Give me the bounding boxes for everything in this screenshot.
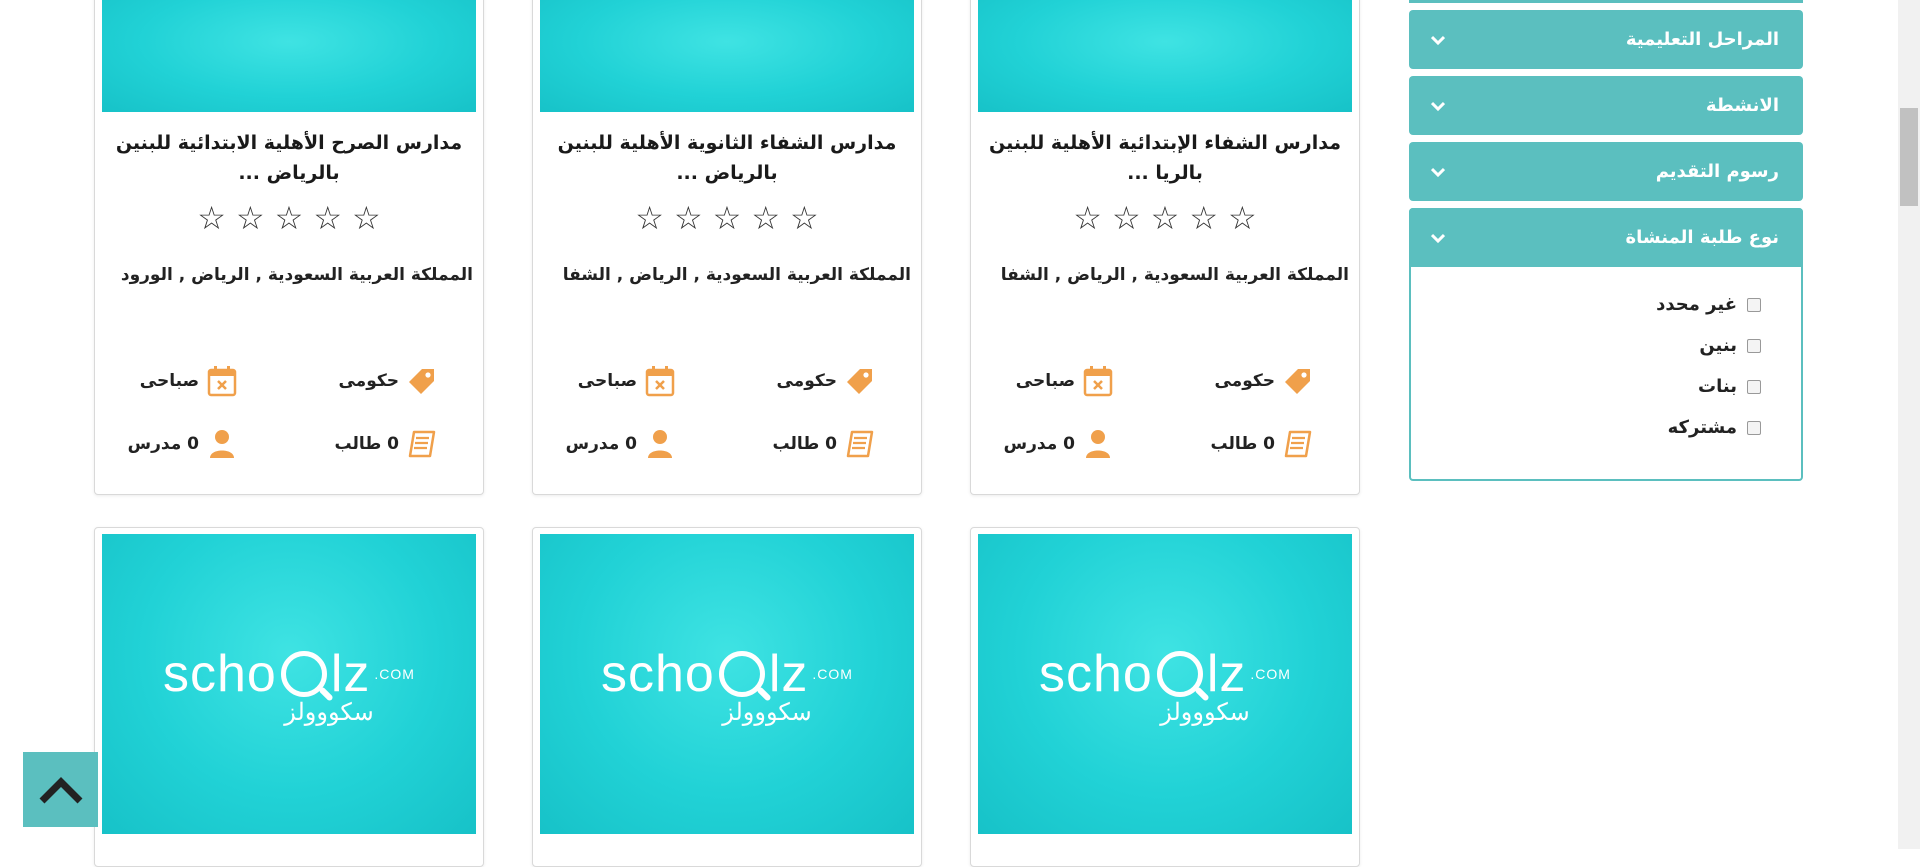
school-thumbnail[interactable]: scho lz .COM سكووولز: [102, 534, 476, 834]
option-checkbox[interactable]: [1747, 338, 1761, 353]
calendar-icon: [645, 365, 675, 397]
star-icon[interactable]: ☆: [713, 200, 742, 236]
page-scrollbar[interactable]: [1898, 0, 1920, 849]
star-icon[interactable]: ☆: [674, 200, 703, 236]
chevron-up-icon: [39, 776, 82, 803]
user-icon: [645, 428, 675, 460]
filter-student-type-header[interactable]: نوع طلبة المنشاة: [1409, 208, 1803, 267]
school-title[interactable]: مدارس الصرح الأهلية الابتدائية للبنين با…: [109, 128, 469, 188]
school-address: المملكة العربية السعودية , الرياض , الور…: [120, 265, 473, 285]
user-icon: [1083, 428, 1113, 460]
school-period: صباحى: [578, 365, 675, 397]
option-girls[interactable]: بنات: [1698, 376, 1761, 397]
school-card[interactable]: مدارس الشفاء الإبتدائية الأهلية للبنين ب…: [970, 0, 1360, 495]
chevron-down-icon[interactable]: [1430, 230, 1446, 249]
school-type: حكومى: [338, 365, 437, 397]
option-unspecified[interactable]: غير محدد: [1656, 294, 1761, 315]
star-icon[interactable]: ☆: [313, 200, 342, 236]
school-period: صباحى: [1016, 365, 1113, 397]
calendar-icon: [207, 365, 237, 397]
filter-application-fees[interactable]: رسوم التقديم: [1409, 142, 1803, 201]
star-icon[interactable]: ☆: [751, 200, 780, 236]
scroll-to-top-button[interactable]: [23, 752, 98, 827]
school-thumbnail[interactable]: [978, 0, 1352, 112]
school-period: صباحى: [140, 365, 237, 397]
rating-stars[interactable]: ☆ ☆ ☆ ☆ ☆: [533, 200, 921, 236]
school-address: المملكة العربية السعودية , الرياض , الشف…: [1000, 265, 1349, 285]
chevron-down-icon[interactable]: [1430, 98, 1446, 112]
school-title[interactable]: مدارس الشفاء الثانوية الأهلية للبنين بال…: [547, 128, 907, 188]
students-count: 0 طالب: [334, 428, 437, 460]
school-thumbnail[interactable]: [102, 0, 476, 112]
school-type: حكومى: [1214, 365, 1313, 397]
school-title[interactable]: مدارس الشفاء الإبتدائية الأهلية للبنين ب…: [985, 128, 1345, 188]
schoolz-logo: scho lz .COM سكووولز: [601, 645, 853, 726]
star-icon[interactable]: ☆: [236, 200, 265, 236]
star-icon[interactable]: ☆: [1112, 200, 1141, 236]
teachers-count: 0 مدرس: [1004, 428, 1113, 460]
option-checkbox[interactable]: [1747, 379, 1761, 394]
teachers-count: 0 مدرس: [566, 428, 675, 460]
filter-student-type: نوع طلبة المنشاة غير محدد بنين بنات مشتر…: [1409, 208, 1803, 481]
filter-education-stages[interactable]: المراحل التعليمية: [1409, 10, 1803, 69]
star-icon[interactable]: ☆: [1151, 200, 1180, 236]
school-thumbnail[interactable]: schoolzscholz.COM سكووولز: [978, 534, 1352, 834]
star-icon[interactable]: ☆: [197, 200, 226, 236]
scrollbar-thumb[interactable]: [1900, 108, 1918, 206]
tag-icon: [845, 365, 875, 397]
school-thumbnail[interactable]: [540, 0, 914, 112]
chevron-down-icon[interactable]: [1430, 32, 1446, 46]
user-icon: [207, 428, 237, 460]
school-thumbnail[interactable]: scho lz .COM سكووولز: [540, 534, 914, 834]
star-icon[interactable]: ☆: [1189, 200, 1218, 236]
book-icon: [845, 428, 875, 460]
students-count: 0 طالب: [1210, 428, 1313, 460]
chevron-down-icon[interactable]: [1430, 164, 1446, 178]
school-card[interactable]: scho lz .COM سكووولز: [532, 527, 922, 867]
filter-panel-edge: [1409, 0, 1803, 3]
school-card[interactable]: schoolzscholz.COM سكووولز: [970, 527, 1360, 867]
book-icon: [407, 428, 437, 460]
star-icon[interactable]: ☆: [790, 200, 819, 236]
star-icon[interactable]: ☆: [352, 200, 381, 236]
book-icon: [1283, 428, 1313, 460]
teachers-count: 0 مدرس: [128, 428, 237, 460]
schoolz-logo: scho lz .COM سكووولز: [163, 645, 415, 726]
option-mixed[interactable]: مشتركه: [1668, 417, 1761, 438]
students-count: 0 طالب: [772, 428, 875, 460]
school-card[interactable]: scho lz .COM سكووولز: [94, 527, 484, 867]
star-icon[interactable]: ☆: [1073, 200, 1102, 236]
rating-stars[interactable]: ☆ ☆ ☆ ☆ ☆: [95, 200, 483, 236]
filter-activities[interactable]: الانشطة: [1409, 76, 1803, 135]
star-icon[interactable]: ☆: [635, 200, 664, 236]
school-type: حكومى: [776, 365, 875, 397]
school-card[interactable]: مدارس الشفاء الثانوية الأهلية للبنين بال…: [532, 0, 922, 495]
rating-stars[interactable]: ☆ ☆ ☆ ☆ ☆: [971, 200, 1359, 236]
schoolz-logo: schoolzscholz.COM سكووولز: [1039, 645, 1291, 726]
option-checkbox[interactable]: [1747, 297, 1761, 312]
school-card[interactable]: مدارس الصرح الأهلية الابتدائية للبنين با…: [94, 0, 484, 495]
tag-icon: [1283, 365, 1313, 397]
tag-icon: [407, 365, 437, 397]
star-icon[interactable]: ☆: [275, 200, 304, 236]
option-checkbox[interactable]: [1747, 420, 1761, 435]
star-icon[interactable]: ☆: [1228, 200, 1257, 236]
school-address: المملكة العربية السعودية , الرياض , الشف…: [562, 265, 911, 285]
option-boys[interactable]: بنين: [1699, 335, 1761, 356]
calendar-icon: [1083, 365, 1113, 397]
